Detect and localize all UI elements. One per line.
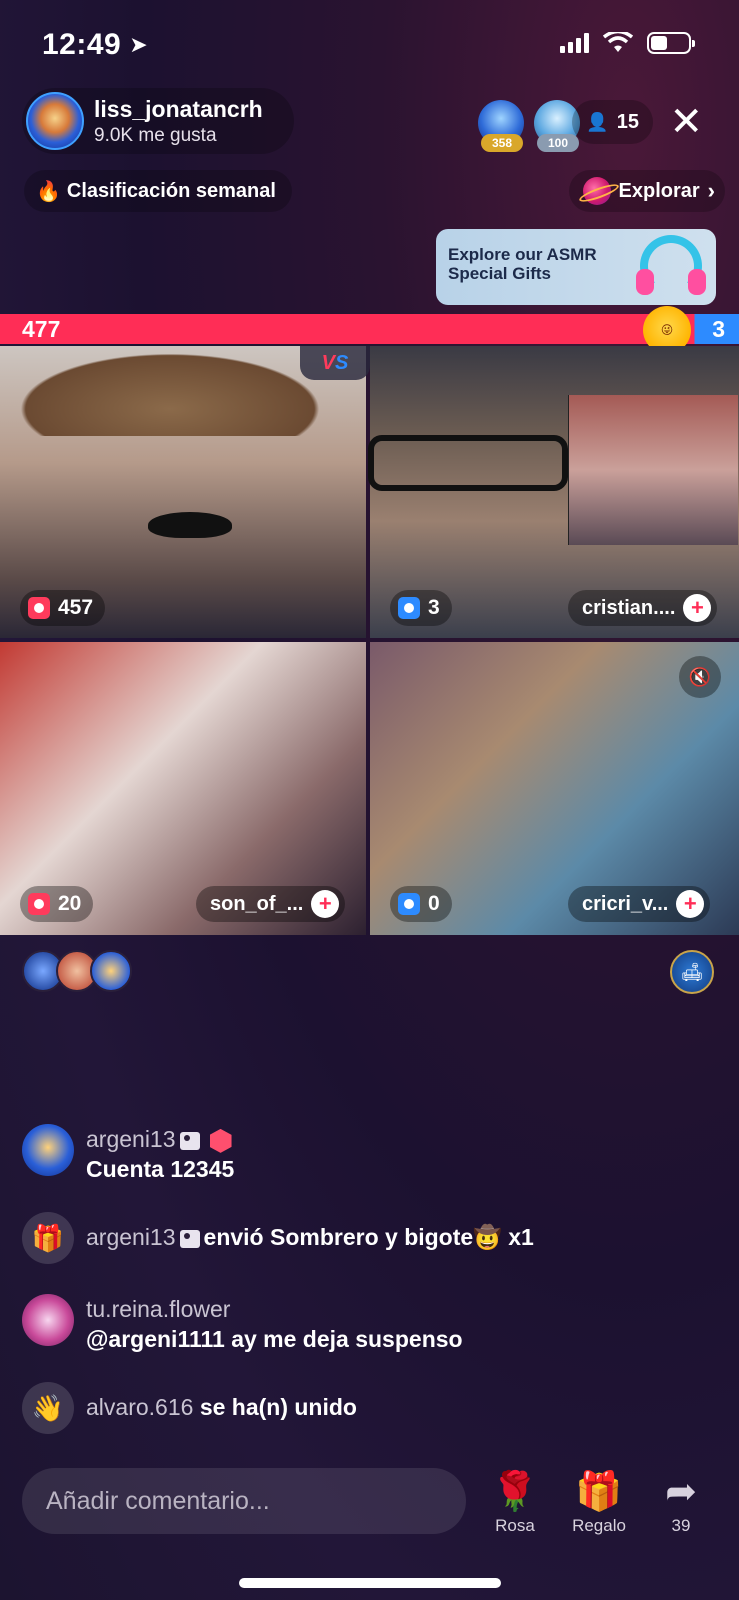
rose-icon: 🌹 [491, 1471, 539, 1513]
chat-message[interactable]: tu.reina.flower @argeni1111 ay me deja s… [22, 1294, 463, 1354]
tile-2-gift-count[interactable]: 3 [390, 590, 452, 626]
location-arrow-icon: ➤ [129, 32, 149, 57]
host-likes: 9.0K me gusta [94, 124, 217, 146]
rank-badge-icon [209, 1128, 232, 1153]
explore-button[interactable]: Explorar › [568, 170, 725, 212]
status-time: 12:49 ➤ [42, 28, 148, 62]
chat-message-text: se ha(n) unido [199, 1394, 357, 1420]
tile-4-name[interactable]: cricri_v... + [568, 886, 711, 922]
gift-icon [28, 893, 50, 915]
share-arrow-icon: ➦ [665, 1471, 697, 1513]
chat-username[interactable]: alvaro.616 [86, 1394, 193, 1420]
tile-2-name[interactable]: cristian.... + [568, 590, 718, 626]
gift-count: 20 [58, 892, 82, 915]
gift-button[interactable]: 🎁 Regalo [564, 1470, 634, 1536]
viewer-count-button[interactable]: 👤 15 [572, 100, 653, 144]
red-team-score: 477 [22, 316, 61, 342]
tile-3-gift-count[interactable]: 20 [20, 886, 94, 922]
rose-label: Rosa [495, 1516, 535, 1535]
guest-avatar[interactable] [90, 950, 132, 992]
gift-count: 457 [58, 596, 94, 619]
tile-4-gift-count[interactable]: 0 [390, 886, 452, 922]
home-indicator[interactable] [239, 1578, 501, 1588]
cellular-signal-icon [560, 33, 589, 53]
chat-username[interactable]: tu.reina.flower [86, 1294, 463, 1324]
cowboy-hat-icon: 🤠 [473, 1224, 502, 1250]
flame-icon: 🔥 [36, 180, 61, 203]
chat-join-message: 👋 alvaro.616 se ha(n) unido [22, 1382, 357, 1434]
moderator-badge-icon [179, 1229, 200, 1248]
cowboy-hat-effect [0, 346, 340, 436]
close-button[interactable]: ✕ [669, 102, 703, 142]
explore-label: Explorar [618, 179, 700, 202]
guest-name: cristian.... [582, 596, 676, 619]
status-icons [560, 32, 695, 54]
avatar[interactable] [22, 1294, 74, 1346]
chevron-right-icon: › [707, 178, 715, 203]
moderator-badge-icon [179, 1131, 200, 1150]
rose-button[interactable]: 🌹 Rosa [480, 1470, 550, 1536]
viewer-badge: 100 [537, 134, 579, 152]
mustache-effect [148, 512, 232, 538]
gift-icon [398, 893, 420, 915]
gift-multiplier: x1 [508, 1224, 534, 1250]
glasses [368, 435, 568, 491]
waving-hand-icon: 👋 [22, 1382, 74, 1434]
chat-message-text: @argeni1111 ay me deja suspenso [86, 1326, 463, 1352]
chat-message[interactable]: argeni13 Cuenta 12345 [22, 1124, 234, 1184]
follow-plus-icon[interactable]: + [683, 594, 712, 622]
gift-icon [398, 597, 420, 619]
follow-plus-icon[interactable]: + [311, 890, 340, 918]
host-profile[interactable]: liss_jonatancrh 9.0K me gusta [22, 88, 294, 154]
battle-score-bar [0, 314, 739, 344]
gift-count: 0 [428, 892, 440, 915]
chat-message-text: envió Sombrero y bigote [203, 1224, 474, 1250]
viewer-badge: 358 [481, 134, 523, 152]
chat-username[interactable]: argeni13 [86, 1224, 176, 1250]
headphones-icon [636, 235, 706, 297]
weekly-ranking-button[interactable]: 🔥 Clasificación semanal [24, 170, 292, 212]
avatar[interactable] [22, 1124, 74, 1176]
chat-username[interactable]: argeni13 [86, 1126, 176, 1152]
battery-icon [647, 32, 695, 54]
blue-team-score: 3 [712, 316, 725, 342]
tile-3-name[interactable]: son_of_... + [196, 886, 346, 922]
follow-plus-icon[interactable]: + [676, 890, 705, 918]
top-viewer-1[interactable]: 358 [478, 100, 524, 152]
wifi-icon [603, 32, 633, 52]
tile-1-gift-count[interactable]: 457 [20, 590, 106, 626]
guest-name: son_of_... [210, 892, 304, 915]
share-count: 39 [671, 1516, 691, 1535]
gift-icon: 🎁 [22, 1212, 74, 1264]
muted-speaker-icon[interactable]: 🔇 [679, 656, 721, 698]
gift-count: 3 [428, 596, 440, 619]
host-avatar[interactable] [26, 92, 84, 150]
guest-name: cricri_v... [582, 892, 669, 915]
viewer-count: 15 [616, 110, 639, 133]
comment-input[interactable]: Añadir comentario... [22, 1468, 466, 1534]
share-button[interactable]: ➦ 39 [646, 1470, 716, 1536]
gift-icon [28, 597, 50, 619]
clock: 12:49 [42, 28, 122, 61]
weekly-ranking-label: Clasificación semanal [66, 179, 276, 202]
picture-in-picture[interactable] [568, 395, 738, 545]
gift-label: Regalo [572, 1516, 626, 1535]
gift-box-icon: 🎁 [575, 1471, 623, 1513]
asmr-gifts-banner[interactable]: Explore our ASMR Special Gifts [436, 229, 716, 305]
chat-gift-message[interactable]: 🎁 argeni13 envió Sombrero y bigote🤠 x1 [22, 1212, 534, 1264]
versus-icon: VS [300, 346, 370, 380]
seat-icon[interactable]: 🛋 [670, 950, 714, 994]
chat-message-text: Cuenta 12345 [86, 1156, 235, 1182]
person-icon: 👤 [586, 111, 609, 132]
host-name: liss_jonatancrh [94, 95, 263, 122]
planet-icon [582, 177, 611, 205]
